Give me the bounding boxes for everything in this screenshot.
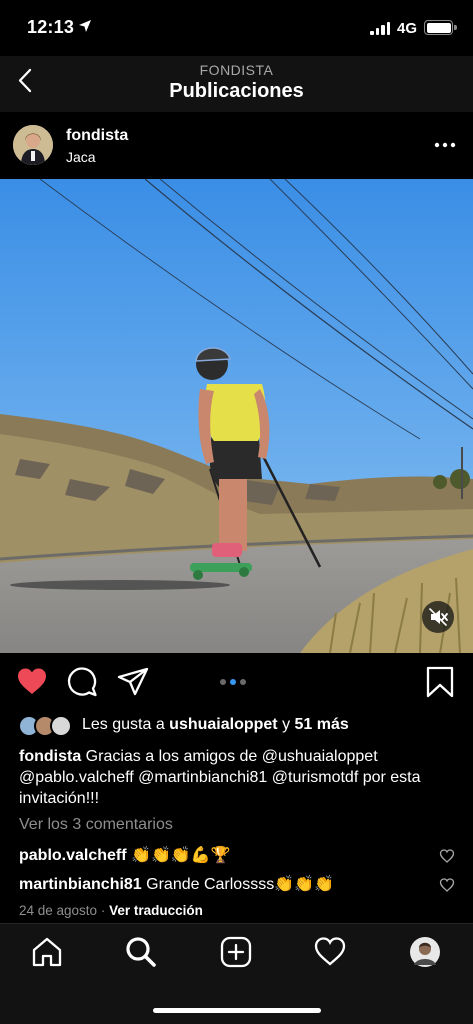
post-meta: 24 de agosto · Ver traducción [19, 903, 203, 918]
likes-summary[interactable]: Les gusta a ushuaialoppet y 51 más [18, 714, 458, 738]
translate-link[interactable]: Ver traducción [109, 903, 203, 918]
location-arrow-icon [79, 20, 91, 32]
post-date: 24 de agosto [19, 903, 98, 918]
signal-icon [370, 22, 390, 35]
more-options-icon[interactable] [430, 135, 460, 155]
home-indicator [153, 1008, 321, 1013]
network-type: 4G [397, 20, 418, 37]
profile-avatar[interactable] [408, 935, 442, 969]
status-time: 12:13 [27, 17, 75, 37]
post-photo [0, 179, 473, 653]
bottom-tab-bar [0, 923, 473, 1024]
comment-icon[interactable] [66, 665, 100, 699]
comment-item: pablo.valcheff 👏👏👏💪🏆 [19, 845, 439, 865]
post-location[interactable]: Jaca [66, 149, 96, 165]
comment-like-icon[interactable] [439, 848, 455, 864]
likes-first-user[interactable]: ushuaialoppet [169, 716, 277, 733]
comment-text: 👏👏👏💪🏆 [131, 847, 231, 864]
likes-text: Les gusta a ushuaialoppet y 51 más [82, 716, 349, 734]
status-bar: 12:13 4G [0, 0, 473, 56]
comment-user[interactable]: pablo.valcheff [19, 847, 127, 864]
comment-text: Grande Carlossss👏👏👏 [146, 876, 334, 893]
likes-others[interactable]: 51 más [295, 716, 349, 733]
post-username[interactable]: fondista [66, 127, 128, 145]
speaker-muted-icon [429, 608, 448, 626]
post-header: fondista Jaca [0, 112, 473, 179]
heart-outline-icon[interactable] [313, 935, 347, 969]
comment-item: martinbianchi81 Grande Carlossss👏👏👏 [19, 874, 439, 894]
nav-header: FONDISTA Publicaciones [0, 56, 473, 112]
author-avatar[interactable] [13, 125, 53, 165]
post-media[interactable] [0, 179, 473, 653]
carousel-indicator [220, 679, 246, 685]
likes-prefix: Les gusta a [82, 716, 170, 733]
add-post-icon[interactable] [219, 935, 253, 969]
carousel-dot [220, 679, 226, 685]
nav-subtitle: FONDISTA [199, 62, 274, 78]
page-title: Publicaciones [169, 80, 304, 102]
post-caption: fondista Gracias a los amigos de @ushuai… [19, 746, 459, 809]
search-icon[interactable] [124, 935, 158, 969]
likes-joiner: y [277, 716, 295, 733]
meta-separator: · [100, 903, 106, 918]
battery-tip [454, 25, 457, 30]
heart-icon[interactable] [15, 665, 49, 699]
liker-avatars [18, 714, 78, 738]
caption-author[interactable]: fondista [19, 748, 81, 765]
send-icon[interactable] [116, 665, 150, 699]
post-actions [0, 653, 473, 711]
comment-like-icon[interactable] [439, 877, 455, 893]
battery-icon [424, 20, 453, 35]
bookmark-icon[interactable] [423, 665, 457, 699]
view-comments-link[interactable]: Ver los 3 comentarios [19, 816, 173, 834]
home-icon[interactable] [30, 935, 64, 969]
carousel-dot [230, 679, 236, 685]
comment-user[interactable]: martinbianchi81 [19, 876, 142, 893]
carousel-dot [240, 679, 246, 685]
liker-avatar [50, 715, 72, 737]
mute-button[interactable] [422, 601, 454, 633]
